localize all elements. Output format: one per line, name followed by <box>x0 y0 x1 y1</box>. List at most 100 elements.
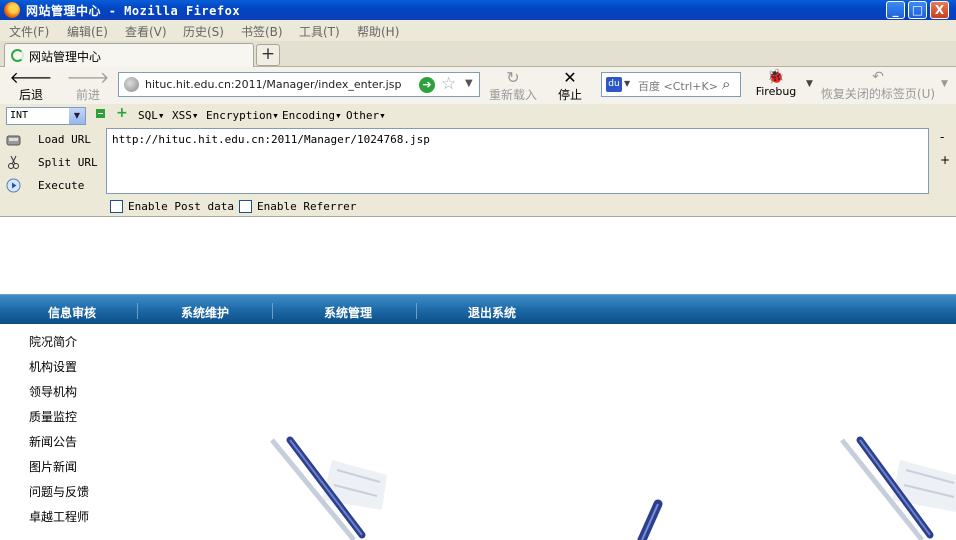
enable-post-checkbox[interactable]: Enable Post data <box>110 200 234 214</box>
firefox-logo-icon <box>4 2 20 18</box>
restore-closed-tab-button[interactable]: ↶ 恢复关闭的标签页(U) <box>818 69 938 102</box>
pen-illustration <box>637 499 663 540</box>
nav-divider <box>416 303 417 319</box>
close-button[interactable]: X <box>930 1 949 19</box>
forward-label: 前进 <box>75 88 100 102</box>
site-identity-icon <box>124 77 139 92</box>
reload-button[interactable]: ↻ 重新载入 <box>484 69 542 103</box>
search-box[interactable]: du ▼ 百度 <Ctrl+K> ⌕ <box>601 72 741 97</box>
window-title: 网站管理中心 - Mozilla Firefox <box>26 4 241 18</box>
sidebar-item-excellent-engineer[interactable]: 卓越工程师 <box>29 508 89 525</box>
hackbar-panel: INT ▼ + SQL▾ XSS▾ Encryption▾ Encoding▾ … <box>0 104 956 217</box>
search-icon[interactable]: ⌕ <box>722 75 730 93</box>
pen-illustration <box>840 436 956 540</box>
decrease-icon[interactable] <box>96 109 105 118</box>
loading-spinner-icon <box>11 49 24 62</box>
engine-dropdown-icon[interactable]: ▼ <box>624 79 630 88</box>
minimize-button[interactable]: _ <box>886 1 905 19</box>
nav-toolbar: 🡐 后退 🡒 前进 hituc.hit.edu.cn:2011/Manager/… <box>0 67 956 104</box>
nav-divider <box>272 303 273 319</box>
reload-label: 重新载入 <box>488 88 537 102</box>
execute-label: Execute <box>38 179 85 192</box>
enable-post-label: Enable Post data <box>128 200 234 213</box>
firebug-icon: 🐞 <box>767 69 785 85</box>
split-url-label: Split URL <box>38 156 98 169</box>
checkbox-box[interactable] <box>110 200 123 213</box>
enable-referrer-label: Enable Referrer <box>257 200 357 213</box>
checkbox-box[interactable] <box>239 200 252 213</box>
bookmark-star-icon[interactable]: ☆ <box>441 74 456 94</box>
menu-encryption[interactable]: Encryption▾ <box>206 109 279 122</box>
play-icon <box>6 178 21 193</box>
back-label: 后退 <box>18 88 43 102</box>
restore-icon: ↶ <box>872 69 884 85</box>
menu-sql[interactable]: SQL▾ <box>138 109 165 122</box>
back-button[interactable]: 🡐 后退 <box>6 69 56 103</box>
hackbar-url-textarea[interactable]: http://hituc.hit.edu.cn:2011/Manager/102… <box>106 128 929 194</box>
url-text[interactable]: hituc.hit.edu.cn:2011/Manager/index_ente… <box>145 78 415 91</box>
enable-referrer-checkbox[interactable]: Enable Referrer <box>239 200 359 214</box>
menu-view[interactable]: 查看(V) <box>125 23 167 40</box>
stop-button[interactable]: ✕ 停止 <box>545 69 595 103</box>
forward-arrow-icon: 🡒 <box>66 68 110 87</box>
restore-label: 恢复关闭的标签页(U) <box>820 87 936 101</box>
select-value: INT <box>10 110 29 121</box>
firebug-label: Firebug <box>755 85 797 98</box>
menu-tools[interactable]: 工具(T) <box>299 23 340 40</box>
load-url-button[interactable]: Load URL <box>0 132 100 148</box>
menu-bookmarks[interactable]: 书签(B) <box>241 23 283 40</box>
menu-edit[interactable]: 编辑(E) <box>67 23 108 40</box>
reload-icon: ↻ <box>506 68 520 87</box>
hackbar-type-select[interactable]: INT ▼ <box>6 107 86 125</box>
sidebar-item-intro[interactable]: 院况简介 <box>29 333 77 350</box>
stop-label: 停止 <box>557 88 582 102</box>
nav-logout[interactable]: 退出系统 <box>468 304 516 321</box>
menu-other[interactable]: Other▾ <box>346 109 386 122</box>
load-url-icon <box>6 135 21 146</box>
sidebar-item-org[interactable]: 机构设置 <box>29 358 77 375</box>
textarea-content: http://hituc.hit.edu.cn:2011/Manager/102… <box>112 133 430 146</box>
firebug-button[interactable]: 🐞 Firebug <box>751 69 801 98</box>
menu-encoding[interactable]: Encoding▾ <box>282 109 342 122</box>
execute-button[interactable]: Execute <box>0 178 100 194</box>
tab-label: 网站管理中心 <box>29 50 102 64</box>
restore-dropdown-icon[interactable]: ▼ <box>941 79 948 89</box>
sidebar-item-feedback[interactable]: 问题与反馈 <box>29 483 89 500</box>
site-top-nav: 信息审核 系统维护 系统管理 退出系统 <box>0 294 956 324</box>
nav-divider <box>137 303 138 319</box>
url-bar[interactable]: hituc.hit.edu.cn:2011/Manager/index_ente… <box>118 72 480 97</box>
maximize-button[interactable]: □ <box>908 1 927 19</box>
increase-icon[interactable]: + <box>116 106 128 120</box>
pen-illustration <box>270 436 387 540</box>
search-placeholder: 百度 <Ctrl+K> <box>638 80 718 93</box>
menu-bar: 文件(F) 编辑(E) 查看(V) 历史(S) 书签(B) 工具(T) 帮助(H… <box>0 20 956 41</box>
title-bar: 网站管理中心 - Mozilla Firefox _ □ X <box>0 0 956 20</box>
expand-button[interactable]: + <box>940 153 950 167</box>
firebug-dropdown-icon[interactable]: ▼ <box>806 79 813 89</box>
url-dropdown-icon[interactable]: ▼ <box>465 78 473 89</box>
baidu-engine-icon[interactable]: du <box>606 77 622 92</box>
shrink-button[interactable]: - <box>940 130 944 144</box>
menu-help[interactable]: 帮助(H) <box>357 23 399 40</box>
new-tab-button[interactable]: + <box>256 44 280 66</box>
sidebar-item-quality[interactable]: 质量监控 <box>29 408 77 425</box>
sidebar-item-photo-news[interactable]: 图片新闻 <box>29 458 77 475</box>
tab-active[interactable]: 网站管理中心 <box>4 43 254 67</box>
menu-history[interactable]: 历史(S) <box>183 23 224 40</box>
nav-system-management[interactable]: 系统管理 <box>324 304 372 321</box>
forward-button[interactable]: 🡒 前进 <box>63 69 113 103</box>
menu-xss[interactable]: XSS▾ <box>172 109 199 122</box>
go-icon[interactable]: ➜ <box>419 77 435 93</box>
load-url-label: Load URL <box>38 133 91 146</box>
stop-icon: ✕ <box>563 68 577 87</box>
menu-file[interactable]: 文件(F) <box>9 23 49 40</box>
nav-info-review[interactable]: 信息审核 <box>48 304 96 321</box>
split-url-button[interactable]: Split URL <box>0 155 100 171</box>
nav-system-maintenance[interactable]: 系统维护 <box>181 304 229 321</box>
sidebar-item-leadership[interactable]: 领导机构 <box>29 383 77 400</box>
chevron-down-icon: ▼ <box>69 108 85 124</box>
tab-bar: 网站管理中心 + <box>0 41 956 67</box>
scissors-icon <box>8 155 19 169</box>
back-arrow-icon: 🡐 <box>9 68 53 87</box>
sidebar-item-news[interactable]: 新闻公告 <box>29 433 77 450</box>
